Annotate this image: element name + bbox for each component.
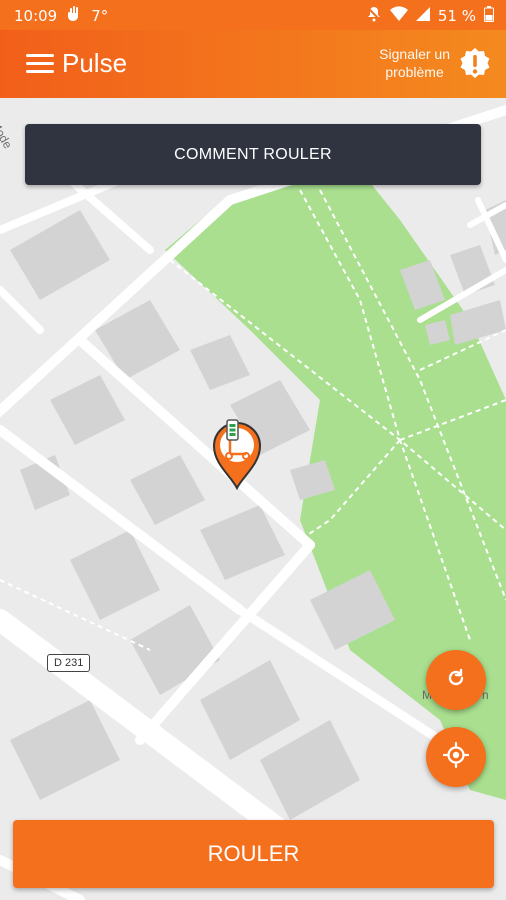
refresh-button[interactable] xyxy=(426,650,486,710)
alert-badge-icon[interactable] xyxy=(458,47,492,81)
how-to-ride-banner[interactable]: COMMENT ROULER xyxy=(25,124,481,185)
locate-button[interactable] xyxy=(426,727,486,787)
bell-off-icon xyxy=(366,6,382,26)
scooter-marker-icon[interactable] xyxy=(211,418,263,491)
app-bar: Pulse Signaler un problème xyxy=(0,30,506,98)
map-view[interactable]: Mode M n xyxy=(0,98,506,900)
battery-icon xyxy=(484,6,494,26)
status-time: 10:09 xyxy=(14,7,58,25)
locate-icon xyxy=(442,741,470,772)
ride-button[interactable]: ROULER xyxy=(13,820,494,888)
status-temperature: 7° xyxy=(91,7,109,25)
hamburger-icon[interactable] xyxy=(26,54,54,74)
report-label-line1: Signaler un xyxy=(379,46,450,62)
map-canvas xyxy=(0,98,506,900)
road-badge: D 231 xyxy=(47,654,91,672)
status-battery: 51 % xyxy=(437,7,476,25)
hand-icon xyxy=(67,6,81,26)
app-title: Pulse xyxy=(62,48,128,78)
banner-label: COMMENT ROULER xyxy=(174,145,332,163)
report-label-line2: problème xyxy=(385,64,444,80)
wifi-icon xyxy=(389,6,408,26)
ride-button-label: ROULER xyxy=(207,841,300,866)
signal-icon xyxy=(415,6,430,26)
refresh-icon xyxy=(445,667,467,693)
report-problem-button[interactable]: Signaler un problème xyxy=(379,45,450,81)
status-bar: 10:09 7° 51 % xyxy=(0,0,506,30)
